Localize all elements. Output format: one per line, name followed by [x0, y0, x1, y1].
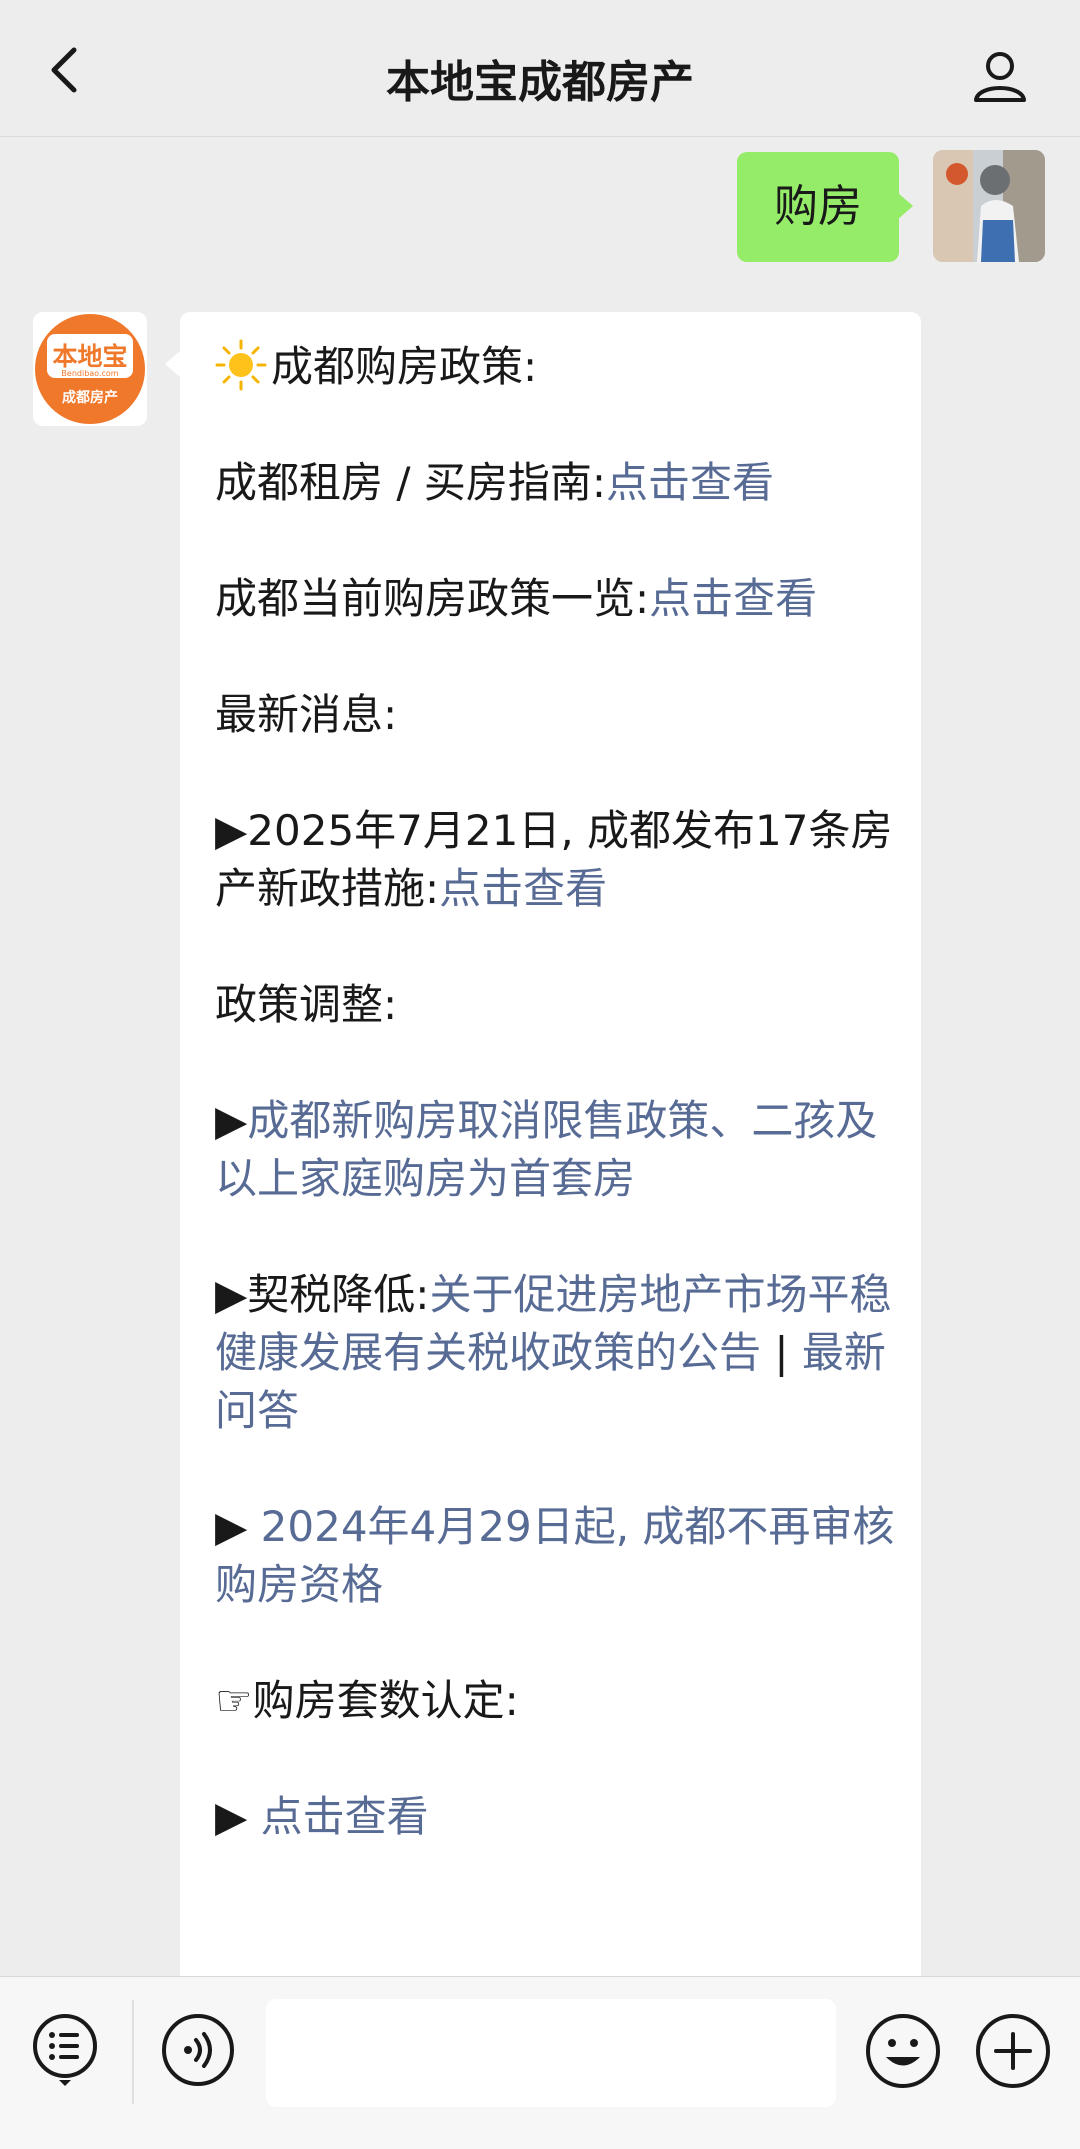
adjust-2-separator: | [761, 1328, 802, 1377]
current-policy-link[interactable]: 点击查看 [649, 574, 817, 623]
adjust-heading: 政策调整: [215, 980, 398, 1029]
reply-content: 成都购房政策: 成都租房 / 买房指南:点击查看 成都当前购房政策一览:点击查看… [215, 338, 895, 1904]
person-icon[interactable] [970, 46, 1030, 106]
count-heading: ☞购房套数认定: [215, 1676, 519, 1725]
logo-text-sub: 成都房产 [62, 389, 118, 406]
page-title: 本地宝成都房产 [386, 57, 694, 108]
count-line: ▶ 点击查看 [215, 1788, 895, 1846]
adjust-line-2: ▶契税降低:关于促进房地产市场平稳健康发展有关税收政策的公告 | 最新问答 [215, 1266, 895, 1440]
count-marker: ▶ [215, 1792, 261, 1841]
adjust-1-link[interactable]: 成都新购房取消限售政策、二孩及以上家庭购房为首套房 [215, 1096, 877, 1203]
news-line: ▶2025年7月21日, 成都发布17条房产新政措施:点击查看 [215, 802, 895, 918]
news-link[interactable]: 点击查看 [439, 864, 607, 913]
current-policy-line: 成都当前购房政策一览:点击查看 [215, 570, 895, 628]
message-input[interactable] [266, 1999, 836, 2107]
reply-message-bubble: 成都购房政策: 成都租房 / 买房指南:点击查看 成都当前购房政策一览:点击查看… [165, 312, 921, 2012]
emoji-icon[interactable] [864, 2012, 942, 2090]
user-avatar[interactable] [933, 150, 1045, 262]
sun-icon [215, 339, 267, 391]
news-heading: 最新消息: [215, 690, 398, 739]
logo-text-main: 本地宝 [52, 342, 127, 371]
adjust-2-label: ▶契税降低: [215, 1270, 430, 1319]
voice-icon[interactable] [160, 2012, 236, 2088]
input-bar-divider [132, 2000, 134, 2104]
user-message-bubble[interactable]: 购房 [737, 152, 913, 262]
guide-line: 成都租房 / 买房指南:点击查看 [215, 454, 895, 512]
menu-list-icon[interactable] [30, 2012, 100, 2088]
count-link[interactable]: 点击查看 [261, 1792, 429, 1841]
logo-text-domain: Bendibao.com [61, 369, 118, 378]
adjust-line-1: ▶成都新购房取消限售政策、二孩及以上家庭购房为首套房 [215, 1092, 895, 1208]
official-account-avatar[interactable]: 本地宝 Bendibao.com 成都房产 [33, 312, 147, 426]
nav-bar: 本地宝成都房产 [0, 0, 1080, 137]
guide-label: 成都租房 / 买房指南: [215, 458, 607, 507]
adjust-line-3: ▶ 2024年4月29日起, 成都不再审核购房资格 [215, 1498, 895, 1614]
reply-heading-line: 成都购房政策: [215, 338, 895, 396]
guide-link[interactable]: 点击查看 [606, 458, 774, 507]
adjust-3-marker: ▶ [215, 1502, 261, 1551]
plus-icon[interactable] [974, 2012, 1052, 2090]
adjust-1-marker: ▶ [215, 1096, 248, 1145]
current-policy-label: 成都当前购房政策一览: [215, 574, 650, 623]
reply-heading: 成都购房政策: [271, 342, 538, 391]
adjust-3-link[interactable]: 2024年4月29日起, 成都不再审核购房资格 [215, 1502, 894, 1609]
